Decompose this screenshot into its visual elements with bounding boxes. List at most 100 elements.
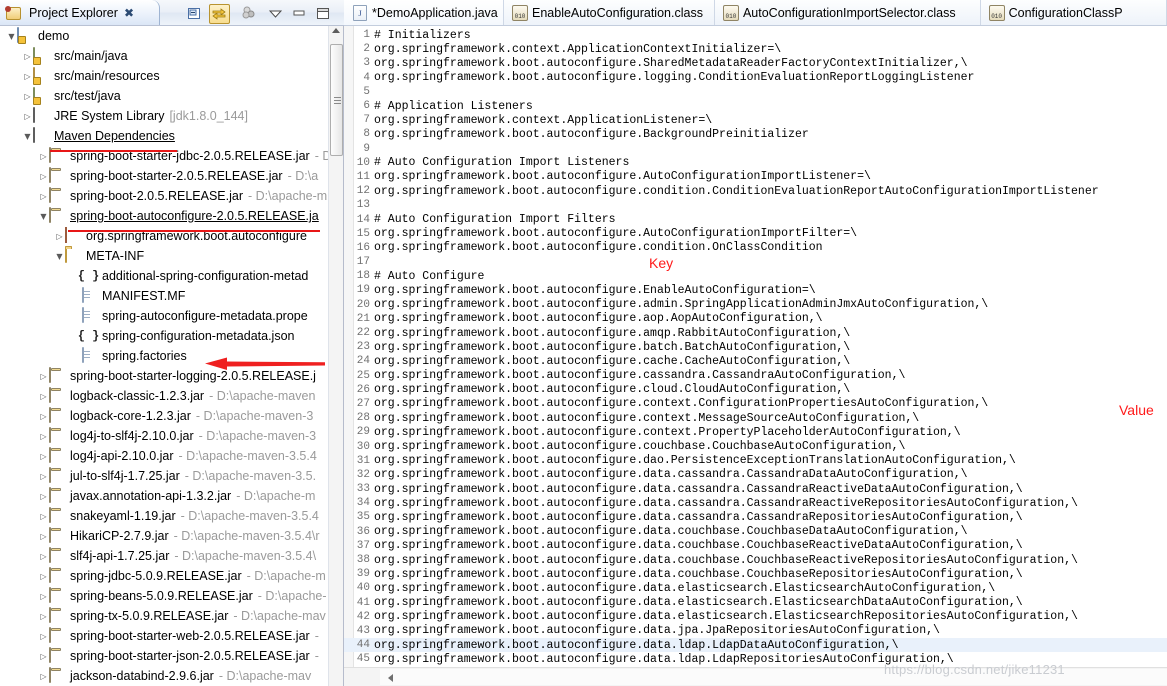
close-icon[interactable]: ✖: [124, 6, 134, 20]
tree-item[interactable]: ▷ spring-jdbc-5.0.9.RELEASE.jar - D:\apach…: [0, 566, 329, 586]
collapse-all-icon[interactable]: [185, 4, 204, 22]
tree-item[interactable]: ▷ HikariCP-2.7.9.jar - D:\apache-maven-3.5…: [0, 526, 329, 546]
explorer-vertical-scrollbar[interactable]: [328, 26, 343, 686]
minimize-icon[interactable]: [289, 4, 308, 22]
project-explorer-view: Project Explorer ✖ ▼ demo ▷ src/main/jav…: [0, 0, 344, 686]
tree-item[interactable]: ▷ JRE System Library [jdk1.8.0_144]: [0, 106, 329, 126]
tree-item[interactable]: ▼ spring-boot-autoconfigure-2.0.5.RELEASE…: [0, 206, 329, 226]
tree-item[interactable]: ▷ spring-boot-starter-web-2.0.5.RELEASE.j…: [0, 626, 329, 646]
tree-item[interactable]: ▼ demo: [0, 26, 329, 46]
tree-item[interactable]: spring-autoconfigure-metadata.prope: [0, 306, 329, 326]
chevron-right-icon[interactable]: ▷: [38, 571, 49, 582]
tree-item[interactable]: ▷ src/test/java: [0, 86, 329, 106]
tree-item[interactable]: ▷ src/main/java: [0, 46, 329, 66]
scroll-left-arrow-icon[interactable]: [388, 674, 393, 682]
chevron-right-icon[interactable]: ▷: [38, 631, 49, 642]
tree-item[interactable]: ▷ src/main/resources: [0, 66, 329, 86]
chevron-down-icon[interactable]: ▼: [6, 31, 17, 42]
chevron-right-icon[interactable]: ▷: [38, 151, 49, 162]
chevron-right-icon[interactable]: ▷: [38, 371, 49, 382]
chevron-right-icon[interactable]: ▷: [22, 71, 33, 82]
chevron-right-icon[interactable]: ▷: [38, 191, 49, 202]
tree-item[interactable]: ▷ log4j-api-2.10.0.jar - D:\apache-maven-3…: [0, 446, 329, 466]
tree-item[interactable]: ▷ spring-boot-starter-jdbc-2.0.5.RELEASE.…: [0, 146, 329, 166]
project-explorer-tab[interactable]: Project Explorer ✖: [0, 0, 160, 25]
view-menu-chevron-icon[interactable]: [266, 4, 285, 22]
tree-item-label: spring.factories: [102, 349, 187, 363]
chevron-right-icon[interactable]: ▷: [22, 51, 33, 62]
chevron-right-icon[interactable]: ▷: [38, 471, 49, 482]
editor-tab[interactable]: 010 EnableAutoConfiguration.class: [504, 0, 715, 25]
chevron-down-icon[interactable]: ▼: [54, 251, 65, 262]
tree-item[interactable]: ▷ org.springframework.boot.autoconfigure: [0, 226, 329, 246]
chevron-right-icon[interactable]: ▷: [22, 91, 33, 102]
editor-tab[interactable]: 010 ConfigurationClassP: [980, 0, 1167, 25]
chevron-right-icon[interactable]: ▷: [38, 491, 49, 502]
tree-item-label: snakeyaml-1.19.jar: [70, 509, 176, 523]
chevron-right-icon[interactable]: ▷: [38, 651, 49, 662]
line-number: 19: [356, 284, 370, 297]
chevron-right-icon[interactable]: ▷: [38, 171, 49, 182]
code-line: 6 # Application Listeners: [344, 99, 1167, 113]
chevron-right-icon[interactable]: ▷: [38, 551, 49, 562]
editor-tab-bar[interactable]: J *DemoApplication.java 010 EnableAutoConfi…: [344, 0, 1167, 26]
tree-item[interactable]: ▷ logback-classic-1.2.3.jar - D:\apache-ma…: [0, 386, 329, 406]
chevron-right-icon[interactable]: ▷: [38, 391, 49, 402]
tree-item[interactable]: ▷ spring-boot-starter-json-2.0.5.RELEASE.…: [0, 646, 329, 666]
line-number: 16: [356, 241, 370, 254]
tree-item[interactable]: ▷ slf4j-api-1.7.25.jar - D:\apache-maven-3…: [0, 546, 329, 566]
tree-item-label: log4j-to-slf4j-2.10.0.jar: [70, 429, 194, 443]
code-view[interactable]: 1 # Initializers 2 org.springframework.cont…: [344, 26, 1167, 667]
tree-item[interactable]: ▷ jul-to-slf4j-1.7.25.jar - D:\apache-mave…: [0, 466, 329, 486]
line-number: 1: [363, 29, 370, 42]
editor-tab[interactable]: J *DemoApplication.java: [344, 0, 504, 25]
tree-item[interactable]: ▷ javax.annotation-api-1.3.2.jar - D:\apac…: [0, 486, 329, 506]
tree-item-label: additional-spring-configuration-metad: [102, 269, 309, 283]
tree-item[interactable]: ▷ spring-boot-2.0.5.RELEASE.jar - D:\apach…: [0, 186, 329, 206]
line-number: 8: [363, 128, 370, 141]
maximize-icon[interactable]: [313, 4, 332, 22]
line-number: 17: [356, 256, 370, 269]
chevron-right-icon[interactable]: ▷: [38, 411, 49, 422]
chevron-right-icon[interactable]: ▷: [54, 231, 65, 242]
chevron-right-icon[interactable]: ▷: [22, 111, 33, 122]
line-number: 5: [363, 85, 370, 98]
line-number: 15: [356, 227, 370, 240]
view-filters-icon[interactable]: [240, 4, 259, 22]
scroll-up-arrow-icon[interactable]: [332, 28, 340, 33]
editor-tab[interactable]: 010 AutoConfigurationImportSelector.class: [714, 0, 981, 25]
tree-item-label: spring-autoconfigure-metadata.prope: [102, 309, 308, 323]
lib-icon: [33, 127, 50, 144]
class-file-icon: 010: [988, 5, 1005, 21]
tree-item[interactable]: { } spring-configuration-metadata.json: [0, 326, 329, 346]
chevron-right-icon[interactable]: ▷: [38, 611, 49, 622]
code-line: 44 org.springframework.boot.autoconfigure…: [344, 638, 1167, 653]
tree-item[interactable]: ▷ spring-boot-starter-2.0.5.RELEASE.jar - …: [0, 166, 329, 186]
chevron-right-icon[interactable]: ▷: [38, 451, 49, 462]
explorer-scroll-thumb[interactable]: [330, 44, 343, 156]
chevron-right-icon[interactable]: ▷: [38, 671, 49, 682]
line-number: 11: [356, 170, 370, 183]
line-number: 34: [356, 497, 370, 510]
code-line: 21 org.springframework.boot.autoconfigure…: [344, 312, 1167, 326]
chevron-right-icon[interactable]: ▷: [38, 591, 49, 602]
tree-item[interactable]: ▷ spring-tx-5.0.9.RELEASE.jar - D:\apache-…: [0, 606, 329, 626]
tree-item[interactable]: ▼ Maven Dependencies: [0, 126, 329, 146]
chevron-down-icon[interactable]: ▼: [38, 211, 49, 222]
line-number: 21: [356, 312, 370, 325]
tree-item-path: - D:\apache-maven: [209, 389, 316, 403]
chevron-down-icon[interactable]: ▼: [22, 131, 33, 142]
chevron-right-icon[interactable]: ▷: [38, 511, 49, 522]
tree-item[interactable]: ▼ META-INF: [0, 246, 329, 266]
chevron-right-icon[interactable]: ▷: [38, 531, 49, 542]
chevron-right-icon[interactable]: ▷: [38, 431, 49, 442]
tree-item[interactable]: ▷ snakeyaml-1.19.jar - D:\apache-maven-3.5…: [0, 506, 329, 526]
tree-item[interactable]: MANIFEST.MF: [0, 286, 329, 306]
tree-item[interactable]: ▷ spring-beans-5.0.9.RELEASE.jar - D:\apac…: [0, 586, 329, 606]
tree-item[interactable]: { } additional-spring-configuration-metad: [0, 266, 329, 286]
link-with-editor-icon[interactable]: [209, 4, 230, 24]
line-number: 2: [363, 43, 370, 56]
tree-item[interactable]: ▷ jackson-databind-2.9.6.jar - D:\apache-m…: [0, 666, 329, 686]
tree-item[interactable]: ▷ logback-core-1.2.3.jar - D:\apache-maven…: [0, 406, 329, 426]
tree-item[interactable]: ▷ log4j-to-slf4j-2.10.0.jar - D:\apache-ma…: [0, 426, 329, 446]
